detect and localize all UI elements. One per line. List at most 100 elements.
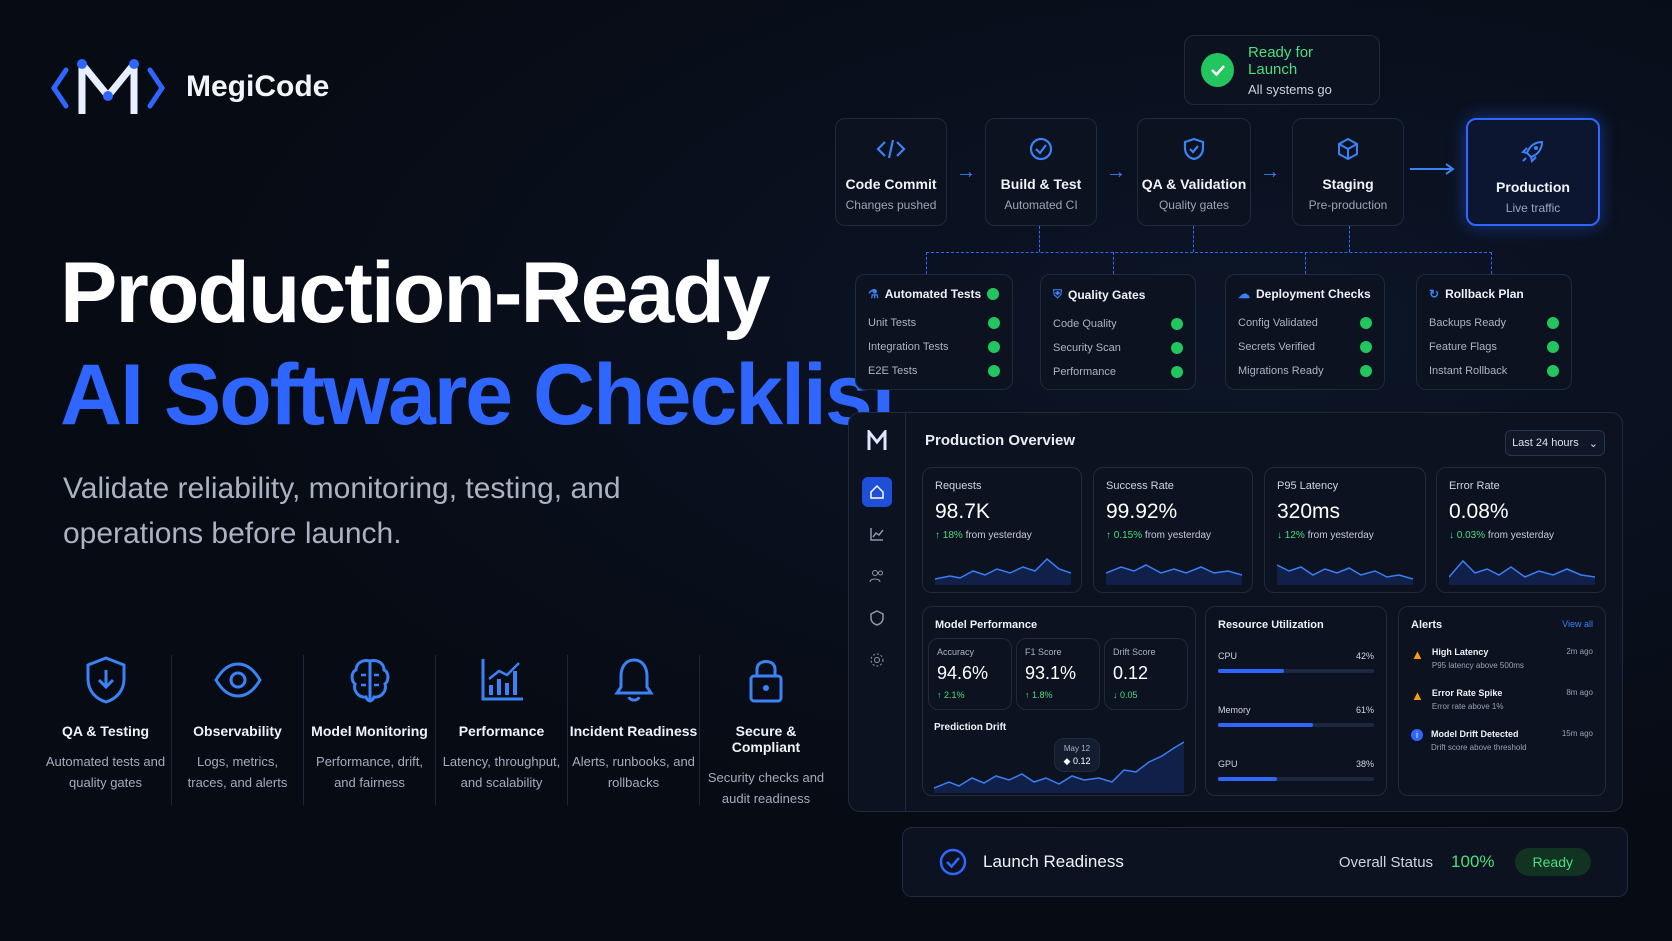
kpi-label: Error Rate [1449,480,1500,492]
checklist-item-label: Integration Tests [868,341,949,353]
checkmark-icon [1201,53,1235,87]
kpi-delta-value: ↑ 18% [935,530,963,541]
feature-model-monitoring: Model Monitoring Performance, drift, and… [304,655,436,805]
checklist-rollback-plan: ↻ Rollback Plan Backups Ready Feature Fla… [1416,274,1572,390]
resource-bar-fill [1218,777,1278,781]
metric-delta: ↑ 2.1% [937,690,965,700]
stage-code-commit[interactable]: Code Commit Changes pushed [835,118,947,226]
resource-bar [1218,777,1374,781]
connector-line [1349,226,1350,252]
feature-performance: Performance Latency, throughput, and sca… [436,655,568,805]
launch-badge-title: Ready for Launch [1248,43,1314,78]
warning-icon: ▲ [1411,688,1424,703]
feature-title: Observability [193,723,282,739]
status-badge: Ready [1514,848,1591,876]
resource-gpu: GPU 38% [1218,759,1374,781]
cube-icon [1338,137,1358,161]
metric-value: 94.6% [937,663,989,683]
stage-production[interactable]: Production Live traffic [1466,118,1600,226]
kpi-delta-suffix: from yesterday [1487,530,1555,541]
resource-bar-fill [1218,669,1284,673]
alert-time: 15m ago [1561,729,1593,738]
ready-for-launch-badge: Ready for Launch All systems go [1184,35,1380,105]
kpi-delta-value: ↑ 0.15% [1106,530,1143,541]
checklist-item: Code Quality [1053,312,1183,336]
checklist-item-label: Backups Ready [1429,317,1507,329]
connector-line [1305,252,1306,274]
alert-item[interactable]: ▲ High Latency P95 latency above 500ms 2m… [1411,647,1593,670]
feature-incident-readiness: Incident Readiness Alerts, runbooks, and… [568,655,700,805]
feature-desc: Logs, metrics, traces, and alerts [187,754,288,790]
kpi-delta-suffix: from yesterday [965,530,1032,541]
resource-value: 42% [1355,651,1374,661]
metric-delta: ↓ 0.05 [1113,690,1138,700]
rocket-icon [1521,140,1544,163]
checklist-item: Security Scan [1053,336,1183,360]
time-range-select[interactable]: Last 24 hours ⌄ [1505,430,1605,456]
resource-value: 61% [1355,705,1374,715]
alert-desc: P95 latency above 500ms [1431,661,1524,670]
dashboard-title: Production Overview [925,432,1076,449]
alert-item[interactable]: ▲ Error Rate Spike Error rate above 1% 8m… [1411,688,1593,711]
hero-subtitle: Validate reliability, monitoring, testin… [63,472,621,550]
checklist-title: Deployment Checks [1256,287,1371,301]
kpi-delta-value: ↓ 12% [1277,530,1305,541]
alert-title: High Latency [1431,647,1489,657]
view-all-link[interactable]: View all [1562,619,1593,631]
kpi-delta-value: ↓ 0.03% [1449,530,1486,541]
feature-desc: Automated tests and quality gates [45,754,166,790]
lock-icon [749,660,783,703]
stage-staging[interactable]: Staging Pre-production [1292,118,1404,226]
stage-desc: Live traffic [1505,201,1561,215]
kpi-delta: ↑ 0.15% from yesterday [1106,530,1240,541]
checklist-item: E2E Tests [868,359,1000,383]
feature-desc: Latency, throughput, and scalability [442,754,561,790]
stage-desc: Pre-production [1308,198,1388,212]
stage-title: Staging [1322,176,1374,192]
prediction-drift-title: Prediction Drift [934,722,1007,733]
alert-title: Model Drift Detected [1431,729,1519,739]
checklist-item: Integration Tests [868,335,1000,359]
connector-line [1193,226,1194,252]
arrow-right-icon [1410,160,1456,183]
metric-label: Drift Score [1113,647,1156,657]
kpi-label: Success Rate [1106,480,1174,492]
time-range-value: Last 24 hours [1512,437,1579,449]
cloud-upload-icon: ☁ [1238,287,1250,301]
feature-title: Model Monitoring [311,723,428,739]
stage-title: Production [1496,179,1570,195]
megicode-logo-icon [50,59,166,114]
checklist-item: Secrets Verified [1238,335,1372,359]
checklist-item: Performance [1053,360,1183,384]
metric-value: 0.12 [1113,663,1149,683]
shield-check-icon [1183,137,1205,161]
stage-qa-validation[interactable]: QA & Validation Quality gates [1137,118,1251,226]
stage-build-test[interactable]: Build & Test Automated CI [985,118,1097,226]
check-icon [1360,317,1372,329]
checklist-item-label: Unit Tests [868,317,917,329]
sparkline [1448,559,1596,585]
checklist-item-label: Feature Flags [1429,341,1497,353]
shield-download-icon [86,656,125,704]
resource-value: 38% [1355,759,1374,769]
resource-cpu: CPU 42% [1218,651,1374,673]
resource-utilization-panel: Resource Utilization CPU 42% Memory 61% GP… [1205,606,1387,796]
security-icon[interactable] [862,603,892,633]
kpi-value: 320ms [1277,500,1341,523]
launch-readiness-bar: Launch Readiness Overall Status 100% Rea… [902,827,1628,897]
users-icon[interactable] [862,561,892,591]
check-icon [1547,365,1559,377]
connector-line [1113,252,1114,274]
home-icon[interactable] [861,477,892,507]
checklist-item-label: Secrets Verified [1238,341,1316,353]
gear-icon[interactable] [862,645,892,675]
checklist-title: Quality Gates [1068,287,1146,302]
resource-bar [1218,669,1374,673]
eye-icon [213,662,262,698]
arrow-right-icon: → [1260,161,1280,183]
panel-title: Alerts [1411,619,1443,631]
alert-item[interactable]: i Model Drift Detected Drift score above … [1411,729,1593,752]
analytics-icon[interactable] [862,519,892,549]
launch-title: Launch Readiness [983,852,1124,871]
check-icon [987,288,1000,300]
